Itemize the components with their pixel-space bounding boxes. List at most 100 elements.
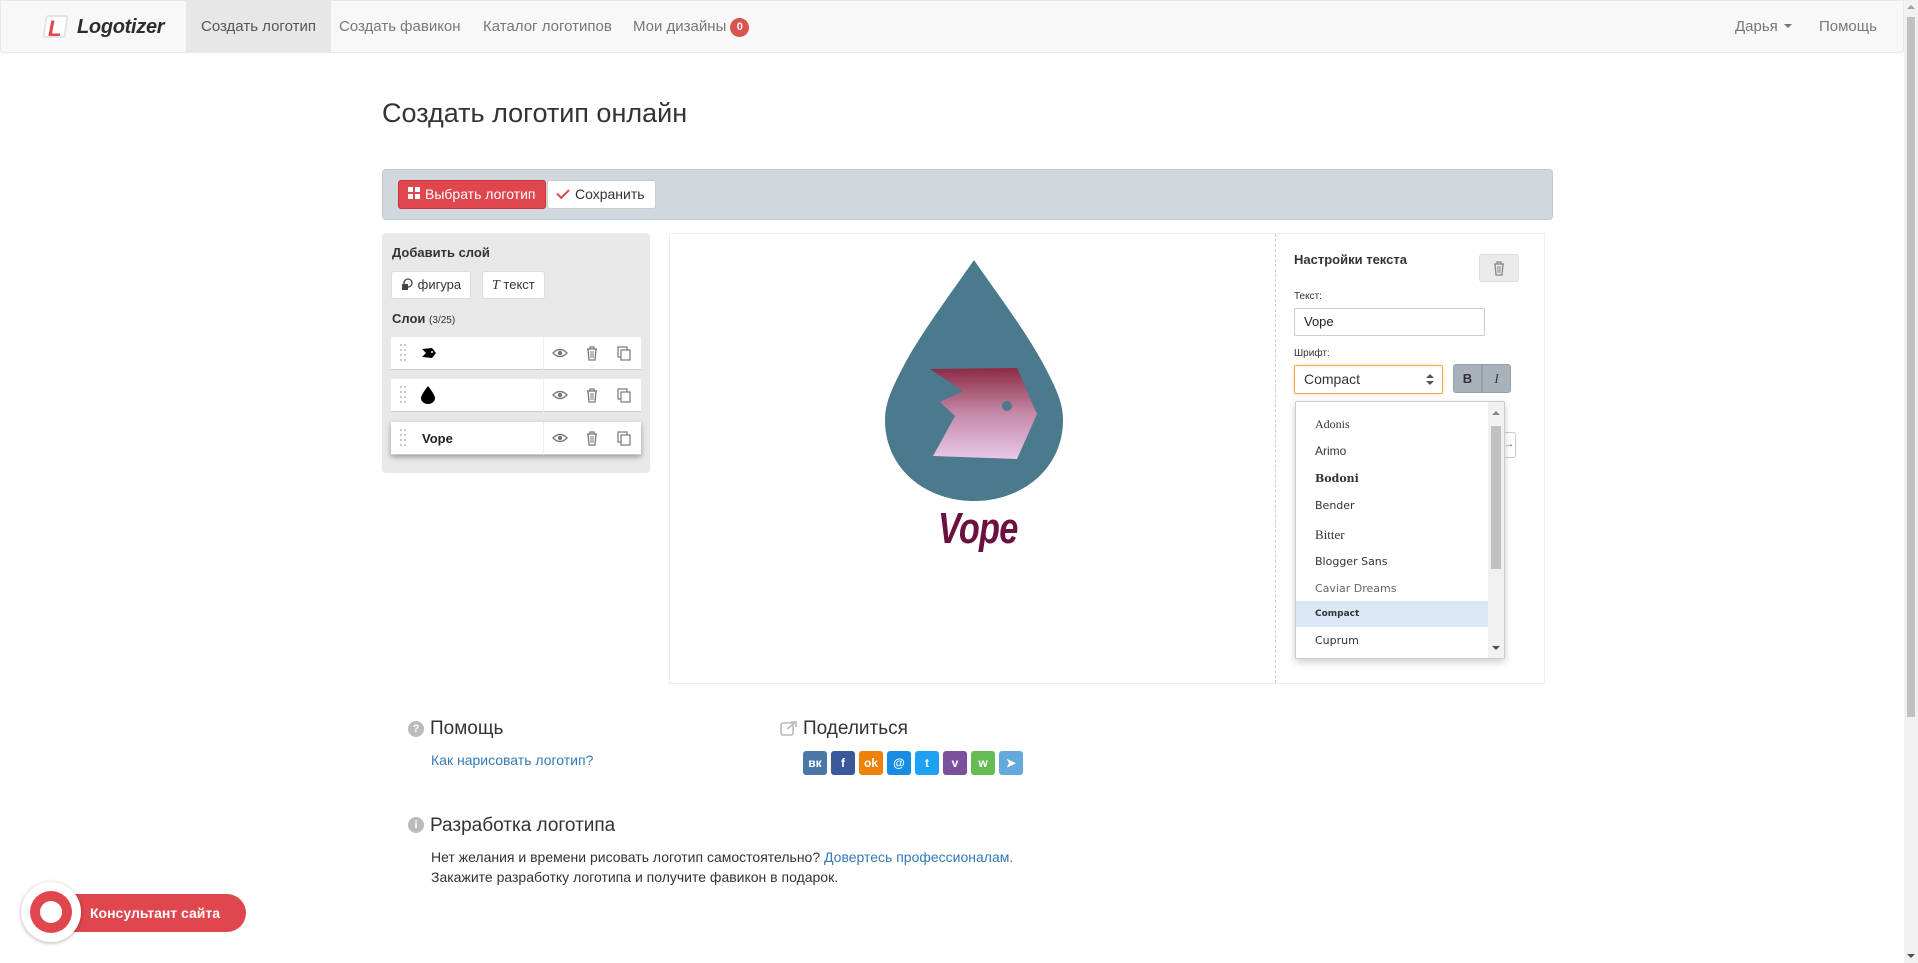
copy-icon[interactable] (616, 430, 632, 446)
scroll-down-icon[interactable] (1492, 646, 1500, 650)
user-name: Дарья (1735, 18, 1778, 35)
nav-my-designs[interactable]: Мои дизайны 0 (618, 1, 764, 53)
drag-handle-icon[interactable] (400, 344, 406, 362)
brand-logo[interactable]: L Logotizer (41, 13, 165, 41)
layer-preview (421, 337, 437, 370)
scroll-up-icon[interactable] (1907, 5, 1915, 9)
logo-text-layer[interactable]: Vope (938, 504, 1018, 554)
development-title: Разработка логотипа (430, 815, 616, 836)
layers-heading: Слои (3/25) (392, 311, 455, 326)
layer-actions (543, 379, 641, 412)
copy-icon[interactable] (616, 387, 632, 403)
nav-logo-catalog[interactable]: Каталог логотипов (468, 1, 627, 53)
save-button[interactable]: Сохранить (547, 180, 656, 209)
nav-create-favicon[interactable]: Создать фавикон (324, 1, 476, 53)
choose-logo-button[interactable]: Выбрать логотип (398, 180, 547, 209)
moimir-share-icon[interactable]: @ (887, 751, 911, 775)
help-title: Помощь (430, 718, 504, 739)
add-shape-button[interactable]: фигура (391, 271, 472, 299)
question-icon: ? (408, 721, 424, 737)
delete-layer-button[interactable] (1479, 254, 1519, 282)
add-text-label: текст (503, 277, 535, 292)
designs-count-badge: 0 (730, 18, 750, 37)
choose-logo-label: Выбрать логотип (425, 186, 536, 202)
development-line2: Закажите разработку логотипа и получите … (431, 869, 839, 885)
add-text-button[interactable]: T текст (482, 271, 545, 299)
eye-icon[interactable] (552, 430, 568, 446)
development-line1: Нет желания и времени рисовать логотип с… (431, 849, 821, 865)
twitter-share-icon[interactable]: t (915, 751, 939, 775)
professionals-link[interactable]: Довертесь профессионалам. (824, 849, 1013, 865)
font-option[interactable]: Bender (1296, 493, 1489, 519)
grid-icon (408, 187, 421, 200)
page-scrollbar[interactable] (1904, 0, 1918, 963)
text-icon: T (492, 278, 500, 293)
font-option[interactable]: Cuprum (1296, 628, 1489, 654)
facebook-share-icon[interactable]: f (831, 751, 855, 775)
odnoklassniki-share-icon[interactable]: ok (859, 751, 883, 775)
font-option[interactable]: Adonis (1296, 411, 1489, 437)
dropdown-scrollbar[interactable] (1488, 402, 1504, 658)
layer-preview (421, 379, 435, 412)
italic-toggle[interactable]: I (1482, 364, 1511, 393)
how-to-draw-link[interactable]: Как нарисовать логотип? (431, 752, 593, 768)
vk-share-icon[interactable]: вк (803, 751, 827, 775)
nav-create-logo[interactable]: Создать логотип (186, 1, 331, 53)
scroll-down-icon[interactable] (1907, 954, 1915, 958)
page-scroll-thumb[interactable] (1907, 17, 1915, 717)
trash-icon (1494, 261, 1504, 276)
text-field-label: Текст: (1294, 291, 1322, 302)
font-option[interactable]: Blogger Sans (1296, 549, 1489, 575)
nav-help[interactable]: Помощь (1804, 1, 1892, 53)
add-shape-label: фигура (417, 277, 462, 292)
whatsapp-share-icon[interactable]: w (971, 751, 995, 775)
drop-icon (421, 386, 435, 404)
trash-icon[interactable] (584, 345, 600, 361)
info-icon: i (408, 817, 424, 833)
drag-handle-icon[interactable] (400, 429, 406, 447)
caret-down-icon (1783, 24, 1792, 28)
layers-panel: Добавить слой фигура T текст Слои (3/25) (382, 233, 650, 473)
check-icon (556, 185, 570, 200)
telegram-share-icon[interactable]: ➤ (999, 751, 1023, 775)
fish-icon (422, 348, 436, 358)
logo-artwork[interactable] (670, 234, 1275, 683)
trash-icon[interactable] (584, 387, 600, 403)
layer-row[interactable] (391, 379, 641, 412)
layer-row[interactable] (391, 337, 641, 370)
eye-icon[interactable] (552, 345, 568, 361)
layer-row[interactable]: Vope (391, 422, 641, 455)
dropdown-scroll-thumb[interactable] (1491, 426, 1501, 569)
trash-icon[interactable] (584, 430, 600, 446)
shape-icon (402, 278, 413, 290)
brand-name: Logotizer (77, 15, 165, 38)
font-select-value: Compact (1304, 371, 1361, 387)
font-option[interactable]: Bodoni (1296, 466, 1489, 492)
share-icon (780, 721, 797, 736)
eye-icon[interactable] (552, 387, 568, 403)
font-option[interactable]: Caviar Dreams (1296, 576, 1489, 602)
share-title: Поделиться (803, 718, 908, 739)
add-layer-heading: Добавить слой (392, 245, 490, 260)
font-option[interactable]: Bitter (1296, 522, 1489, 548)
user-menu[interactable]: Дарья (1720, 1, 1807, 53)
scroll-up-icon[interactable] (1492, 411, 1500, 415)
drag-handle-icon[interactable] (400, 386, 406, 404)
layer-text-label: Vope (422, 431, 453, 446)
top-navbar: L Logotizer Создать логотип Создать фави… (0, 0, 1904, 53)
font-option[interactable]: Arimo (1296, 438, 1489, 464)
font-option-selected[interactable]: Compact (1296, 601, 1489, 627)
copy-icon[interactable] (616, 345, 632, 361)
nav-my-designs-label: Мои дизайны (633, 18, 727, 35)
bold-toggle[interactable]: B (1453, 364, 1482, 393)
consultant-avatar-icon[interactable] (21, 882, 81, 942)
select-arrows-icon (1426, 374, 1434, 385)
font-select[interactable]: Compact (1294, 365, 1443, 394)
editor-toolbar: Выбрать логотип Сохранить (382, 169, 1553, 220)
font-dropdown[interactable]: Adonis Arimo Bodoni Bender Bitter Blogge… (1295, 401, 1505, 659)
layers-title: Слои (392, 311, 426, 326)
viber-share-icon[interactable]: v (943, 751, 967, 775)
layers-count: (3/25) (429, 315, 456, 326)
text-input[interactable]: Vope (1294, 308, 1485, 336)
text-settings-title: Настройки текста (1294, 252, 1407, 267)
